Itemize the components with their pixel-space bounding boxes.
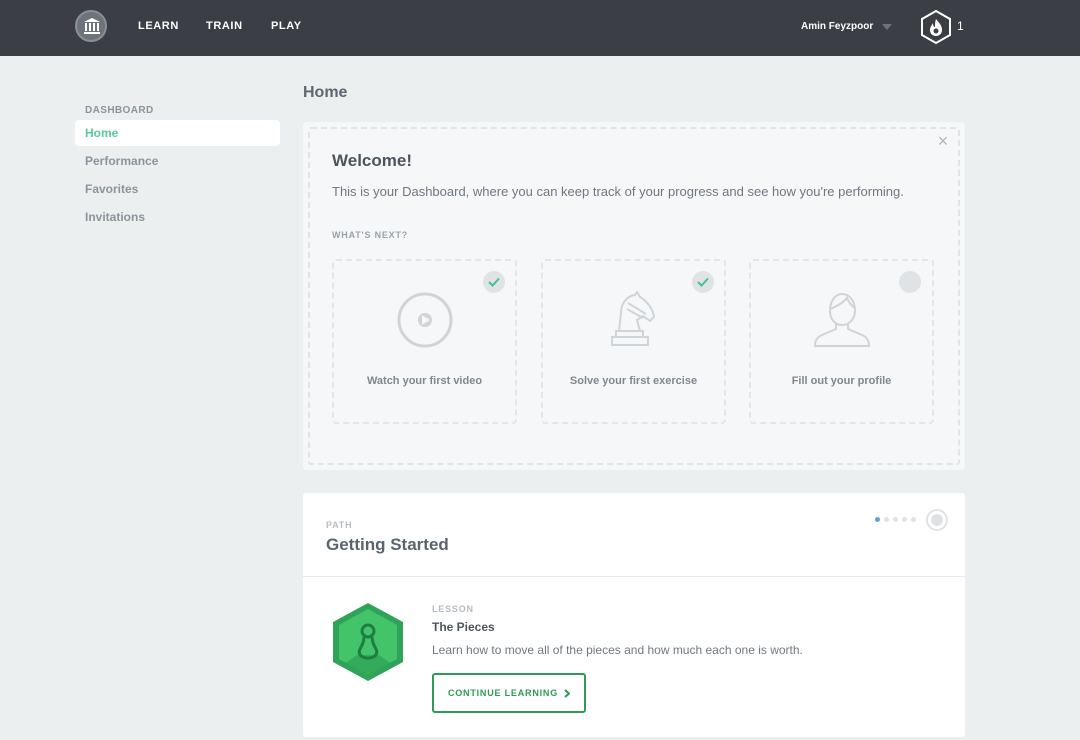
site-logo[interactable]	[75, 10, 107, 42]
sidebar-item-invitations[interactable]: Invitations	[85, 210, 145, 224]
path-pager-dot[interactable]	[893, 517, 898, 522]
top-nav-bar: LEARN TRAIN PLAY Amin Feyzpoor 1	[0, 0, 1080, 56]
close-icon[interactable]: ×	[935, 132, 951, 150]
step-label-profile: Fill out your profile	[791, 375, 892, 387]
streak-count: 1	[957, 19, 964, 33]
continue-learning-button[interactable]: CONTINUE LEARNING	[432, 673, 586, 713]
pawn-lesson-icon	[333, 603, 403, 681]
chevron-right-icon	[564, 688, 571, 698]
welcome-title: Welcome!	[332, 151, 412, 170]
page-title: Home	[303, 84, 348, 101]
nav-play[interactable]: PLAY	[271, 20, 302, 32]
sidebar-heading: DASHBOARD	[85, 105, 154, 116]
path-pager-dot[interactable]	[884, 517, 889, 522]
path-label: PATH	[326, 520, 353, 530]
continue-learning-label: CONTINUE LEARNING	[447, 688, 559, 698]
nav-learn[interactable]: LEARN	[138, 20, 179, 32]
whats-next-heading: WHAT'S NEXT?	[332, 230, 409, 240]
building-icon	[84, 18, 100, 34]
nav-train[interactable]: TRAIN	[206, 20, 243, 32]
chevron-down-icon[interactable]	[882, 24, 892, 30]
path-card-divider	[303, 576, 965, 577]
incomplete-status-icon	[899, 271, 921, 293]
checkmark-icon	[692, 271, 714, 293]
sidebar-item-home[interactable]: Home	[85, 126, 118, 140]
lesson-label: LESSON	[432, 604, 474, 614]
chess-knight-icon	[611, 291, 656, 346]
play-icon	[397, 292, 453, 348]
lesson-description: Learn how to move all of the pieces and …	[432, 643, 803, 657]
streak-flame-icon[interactable]	[920, 10, 952, 44]
user-profile-icon	[813, 292, 871, 347]
path-pager-dot[interactable]	[911, 517, 916, 522]
path-title: Getting Started	[326, 535, 449, 554]
step-label-video: Watch your first video	[366, 375, 483, 387]
path-pager-dot[interactable]	[902, 517, 907, 522]
step-label-exercise: Solve your first exercise	[569, 375, 698, 387]
sidebar-item-performance[interactable]: Performance	[85, 154, 158, 168]
welcome-subtitle: This is your Dashboard, where you can ke…	[332, 184, 904, 199]
sidebar-item-favorites[interactable]: Favorites	[85, 182, 138, 196]
user-menu-name[interactable]: Amin Feyzpoor	[801, 21, 873, 32]
path-toggle-icon[interactable]	[926, 509, 948, 531]
checkmark-icon	[483, 271, 505, 293]
path-pager-dot[interactable]	[875, 517, 880, 522]
lesson-title: The Pieces	[432, 620, 495, 634]
